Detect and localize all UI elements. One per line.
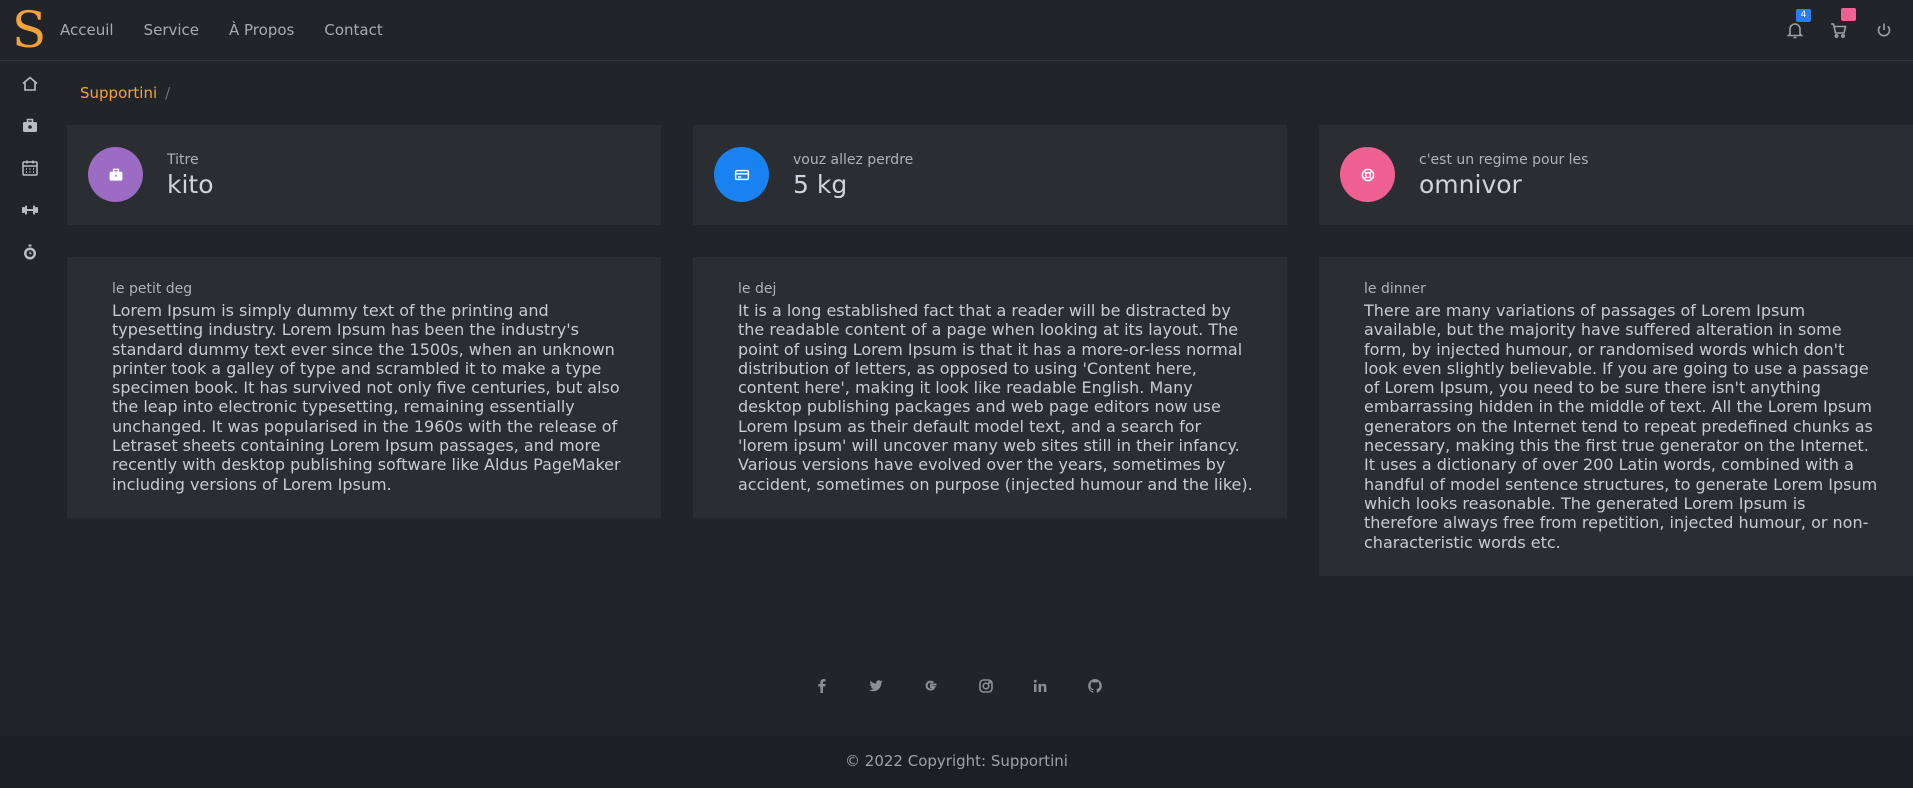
meal-description: Lorem Ipsum is simply dummy text of the … [112, 301, 621, 494]
google-link[interactable] [921, 676, 941, 696]
briefcase-icon [23, 118, 37, 132]
dumbbell-icon [22, 205, 38, 215]
meal-card-breakfast: le petit deg Lorem Ipsum is simply dummy… [67, 257, 661, 518]
twitter-link[interactable] [866, 676, 886, 696]
stat-value: 5 kg [793, 170, 848, 199]
stat-icon-circle [88, 147, 143, 202]
cart-button[interactable] [1829, 20, 1849, 40]
stat-icon-circle [1340, 147, 1395, 202]
breadcrumb: Supportini / [80, 84, 170, 102]
credit-card-icon [734, 169, 749, 180]
calendar-icon [22, 160, 38, 176]
meal-card-dinner: le dinner There are many variations of p… [1319, 257, 1913, 576]
stat-label: vouz allez perdre [793, 152, 914, 168]
bell-icon [1786, 23, 1804, 39]
meal-label: le dej [738, 281, 777, 297]
cart-badge [1841, 8, 1856, 21]
footer: © 2022 Copyright: Supportini [0, 736, 1913, 788]
nav-item-a-propos[interactable]: À Propos [229, 21, 294, 39]
copyright-text: © 2022 Copyright: Supportini [845, 752, 1068, 770]
linkedin-icon [1033, 679, 1047, 692]
linkedin-link[interactable] [1030, 676, 1050, 696]
stat-label: Titre [167, 152, 199, 168]
sidebar-item-home[interactable] [20, 74, 40, 94]
meal-description: There are many variations of passages of… [1364, 301, 1878, 552]
meal-label: le dinner [1364, 281, 1426, 297]
twitter-icon [869, 680, 883, 692]
github-icon [1088, 679, 1102, 693]
sidebar [0, 61, 60, 736]
power-icon [1877, 23, 1891, 37]
cart-icon [1831, 23, 1847, 39]
meal-description: It is a long established fact that a rea… [738, 301, 1253, 494]
instagram-icon [979, 679, 993, 693]
lifebuoy-icon [1361, 168, 1374, 181]
sidebar-item-calendar[interactable] [20, 158, 40, 178]
stat-card-diet-type: c'est un regime pour les omnivor [1319, 125, 1913, 225]
stat-label: c'est un regime pour les [1419, 152, 1589, 168]
instagram-link[interactable] [976, 676, 996, 696]
stat-card-title: Titre kito [67, 125, 661, 225]
nav-item-service[interactable]: Service [144, 21, 199, 39]
breadcrumb-root[interactable]: Supportini [80, 84, 157, 102]
stat-icon-circle [714, 147, 769, 202]
notifications-badge: 4 [1796, 9, 1811, 22]
facebook-link[interactable] [812, 676, 832, 696]
briefcase-icon [109, 168, 122, 181]
home-icon [22, 76, 38, 91]
top-navbar: S Acceuil Service À Propos Contact 4 [0, 0, 1913, 61]
social-links [0, 676, 1913, 698]
meal-label: le petit deg [112, 281, 193, 297]
brand-logo[interactable]: S [12, 2, 46, 58]
facebook-icon [818, 679, 826, 693]
nav-item-acceuil[interactable]: Acceuil [60, 21, 114, 39]
stat-value: omnivor [1419, 170, 1522, 199]
nav-item-contact[interactable]: Contact [324, 21, 382, 39]
sidebar-item-timer[interactable] [20, 242, 40, 262]
sidebar-item-programs[interactable] [20, 116, 40, 136]
github-link[interactable] [1085, 676, 1105, 696]
stopwatch-icon [24, 244, 36, 260]
notifications-button[interactable] [1785, 20, 1805, 40]
meal-card-lunch: le dej It is a long established fact tha… [693, 257, 1287, 518]
stat-value: kito [167, 170, 214, 199]
sidebar-item-workout[interactable] [20, 200, 40, 220]
breadcrumb-separator: / [165, 84, 171, 102]
main-nav: Acceuil Service À Propos Contact [60, 0, 413, 60]
stat-card-weight-loss: vouz allez perdre 5 kg [693, 125, 1287, 225]
logout-button[interactable] [1874, 20, 1894, 40]
google-icon [925, 680, 937, 691]
